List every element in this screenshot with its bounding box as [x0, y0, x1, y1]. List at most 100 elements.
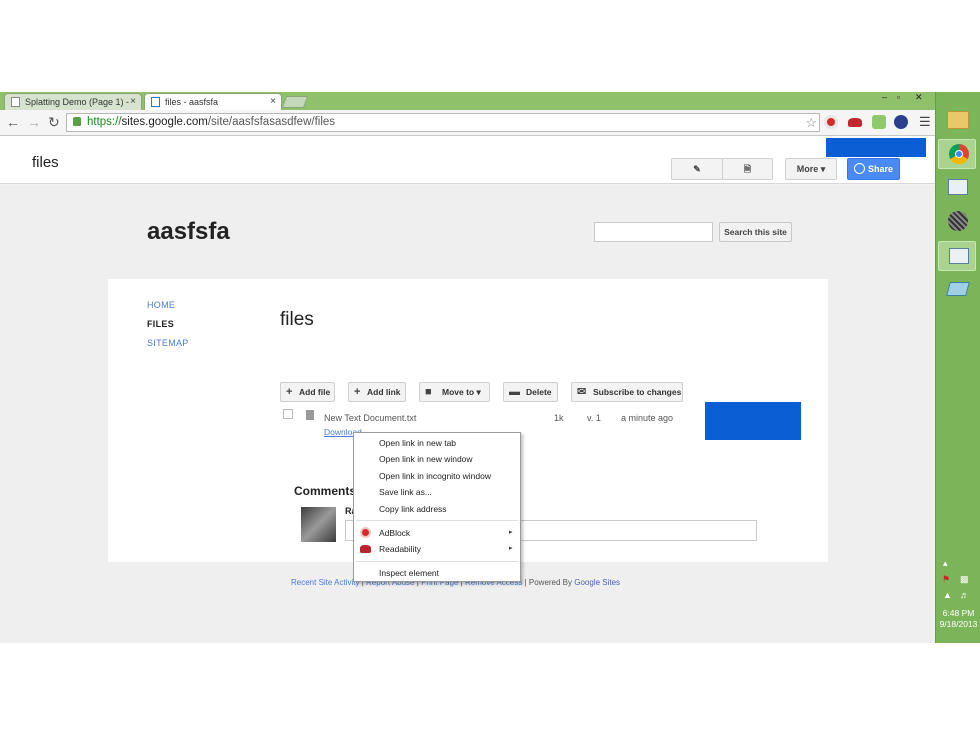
taskbar-explorer[interactable] — [938, 106, 976, 136]
menu-item-open-new-tab[interactable]: Open link in new tab — [379, 438, 456, 448]
add-file-label: Add file — [299, 387, 331, 397]
footer-separator: | — [524, 578, 527, 587]
share-button[interactable]: Share — [847, 158, 900, 180]
new-tab-button[interactable] — [281, 96, 309, 108]
folder-icon: ■ — [425, 386, 432, 398]
powered-by: Powered By — [528, 578, 573, 587]
url-path: /site/aasfsfasasdfew/files — [207, 116, 336, 128]
tab-strip: Splatting Demo (Page 1) - × files - aasf… — [0, 92, 935, 110]
taskbar-app-doc[interactable] — [938, 241, 976, 271]
volume-icon[interactable]: ♬ — [960, 590, 969, 600]
minimize-button[interactable]: ‒ — [882, 92, 887, 102]
reload-icon[interactable]: ↻ — [48, 114, 60, 131]
plus-icon: + — [286, 386, 293, 398]
taskbar-app-notes[interactable] — [938, 275, 976, 305]
menu-item-open-new-window[interactable]: Open link in new window — [379, 454, 473, 464]
file-time: a minute ago — [621, 413, 674, 423]
close-icon[interactable]: × — [130, 94, 136, 110]
page-title: files — [280, 309, 314, 330]
search-site-button[interactable]: Search this site — [719, 222, 792, 242]
restore-button[interactable]: ▫ — [897, 92, 900, 102]
subscribe-button[interactable]: ✉ Subscribe to changes — [571, 382, 683, 402]
recent-activity-link[interactable]: Recent Site Activity — [291, 578, 359, 587]
network-icon[interactable]: ▲ — [943, 590, 952, 600]
new-page-button[interactable]: 🗎 — [722, 158, 773, 180]
star-icon[interactable]: ☆ — [805, 114, 817, 131]
close-icon[interactable]: × — [270, 94, 276, 110]
file-icon — [306, 410, 314, 420]
plus-icon: + — [354, 386, 361, 398]
adblock-icon — [360, 527, 371, 538]
site-name[interactable]: aasfsfa — [147, 218, 230, 246]
window-icon — [948, 179, 968, 195]
page-icon — [11, 97, 20, 107]
close-window-button[interactable]: ✕ — [915, 92, 923, 103]
trash-icon: ▬ — [509, 386, 520, 398]
add-file-button[interactable]: + Add file — [280, 382, 335, 402]
move-to-label: Move to ▾ — [442, 387, 481, 397]
avatar — [301, 507, 336, 542]
taskbar-chrome[interactable] — [938, 139, 976, 169]
submenu-arrow-icon: ▸ — [509, 545, 513, 552]
menu-icon[interactable]: ☰ — [919, 115, 931, 128]
delete-label: Delete — [526, 387, 552, 397]
redaction-box — [705, 402, 801, 440]
forward-icon[interactable]: → — [27, 114, 41, 130]
file-size: 1k — [554, 413, 564, 423]
menu-item-open-incognito[interactable]: Open link in incognito window — [379, 471, 491, 481]
menu-item-copy-link[interactable]: Copy link address — [379, 504, 447, 514]
menu-item-adblock[interactable]: AdBlock — [379, 528, 410, 538]
file-name[interactable]: New Text Document.txt — [324, 413, 416, 423]
sites-header: files ✎ 🗎 More ▾ Share — [0, 136, 935, 184]
menu-item-readability[interactable]: Readability — [379, 544, 421, 554]
browser-toolbar: ← → ↻ https://sites.google.com/site/aasf… — [0, 110, 935, 136]
tab-label: Splatting Demo (Page 1) - — [25, 97, 130, 107]
tab-label: files - aasfsfa — [165, 97, 219, 107]
folder-icon — [947, 111, 969, 129]
tab-splatting-demo[interactable]: Splatting Demo (Page 1) - × — [4, 93, 142, 110]
more-button[interactable]: More ▾ — [785, 158, 837, 180]
chrome-center — [955, 150, 963, 158]
site-search-input[interactable] — [594, 222, 713, 242]
tab-files[interactable]: files - aasfsfa × — [144, 93, 282, 110]
url-scheme: https:// — [87, 116, 122, 128]
document-icon — [949, 248, 969, 264]
taskbar-app-window[interactable] — [938, 173, 976, 203]
add-link-button[interactable]: + Add link — [348, 382, 406, 402]
redaction-bar — [826, 138, 926, 157]
address-bar[interactable]: https://sites.google.com/site/aasfsfasas… — [66, 113, 820, 132]
edit-page-button[interactable]: ✎ — [671, 158, 723, 180]
globe-icon — [854, 163, 865, 174]
extension-globe-icon[interactable] — [894, 115, 908, 129]
sidebar-item-sitemap[interactable]: SITEMAP — [147, 338, 189, 348]
clock[interactable]: 6:48 PM 9/18/2013 — [936, 608, 980, 630]
sidebar-item-home[interactable]: HOME — [147, 300, 175, 310]
readability-icon[interactable] — [848, 118, 862, 127]
google-sites-link[interactable]: Google Sites — [574, 578, 620, 587]
file-version[interactable]: v. 1 — [587, 413, 601, 423]
taskbar-app-sphere[interactable] — [938, 207, 976, 237]
notes-icon — [946, 282, 970, 296]
sphere-icon — [948, 211, 968, 231]
subscribe-label: Subscribe to changes — [593, 387, 682, 397]
sidebar-item-files[interactable]: FILES — [147, 319, 174, 329]
move-to-button[interactable]: ■ Move to ▾ — [419, 382, 490, 402]
sites-icon — [151, 97, 160, 107]
mail-icon: ✉ — [577, 386, 587, 398]
comments-heading: Comments — [294, 484, 357, 498]
menu-item-inspect[interactable]: Inspect element — [379, 568, 439, 578]
tray-expand-icon[interactable]: ▴ — [943, 558, 948, 569]
extension-icon[interactable] — [872, 115, 886, 129]
back-icon[interactable]: ← — [6, 114, 20, 130]
power-icon[interactable]: ▩ — [960, 574, 969, 585]
clock-date: 9/18/2013 — [939, 619, 978, 629]
url-host: sites.google.com — [121, 116, 208, 128]
flag-icon[interactable]: ⚑ — [942, 574, 950, 585]
menu-separator — [356, 520, 518, 521]
file-checkbox[interactable] — [283, 409, 293, 419]
menu-item-save-link[interactable]: Save link as... — [379, 487, 432, 497]
adblock-icon[interactable] — [824, 115, 838, 129]
delete-button[interactable]: ▬ Delete — [503, 382, 558, 402]
add-link-label: Add link — [367, 387, 401, 397]
screen: Splatting Demo (Page 1) - × files - aasf… — [0, 92, 980, 643]
